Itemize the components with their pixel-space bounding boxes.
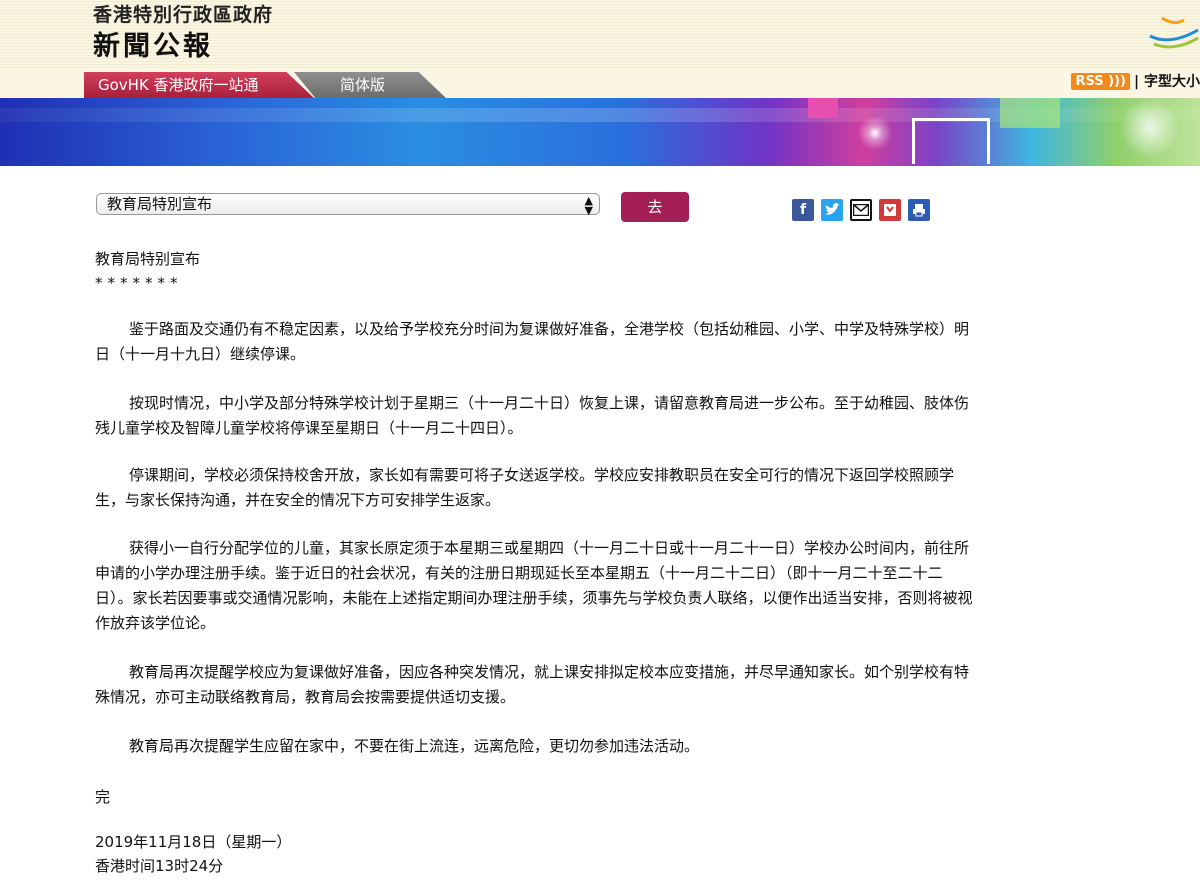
twitter-icon[interactable] bbox=[821, 199, 843, 221]
utility-bar: RSS ))) | 字型大小 bbox=[1071, 70, 1200, 92]
article-time: 香港时间13时24分 bbox=[95, 857, 224, 875]
facebook-icon[interactable]: f bbox=[792, 199, 814, 221]
rss-icon: ))) bbox=[1108, 73, 1126, 89]
banner-decoration bbox=[1000, 98, 1060, 128]
bookmark-icon[interactable] bbox=[879, 199, 901, 221]
article-paragraph: 按现时情况，中小学及部分特殊学校计划于星期三（十一月二十日）恢复上课，请留意教育… bbox=[95, 394, 970, 437]
rss-button[interactable]: RSS ))) bbox=[1071, 72, 1130, 90]
article-paragraph: 停课期间，学校必须保持校舍开放，家长如有需要可将子女送返学校。学校应安排教职员在… bbox=[95, 466, 955, 509]
article-paragraph: 教育局再次提醒学校应为复课做好准备，因应各种突发情况，就上课安排拟定校本应变措施… bbox=[95, 663, 970, 706]
rss-label: RSS bbox=[1075, 73, 1104, 89]
banner-decoration bbox=[808, 98, 838, 118]
government-name: 香港特別行政區政府 bbox=[93, 4, 274, 26]
select-arrows-icon: ▲ ▼ bbox=[584, 194, 593, 217]
email-icon[interactable] bbox=[850, 199, 872, 221]
font-size-control[interactable]: | 字型大小 bbox=[1134, 71, 1200, 91]
banner-sparkle bbox=[855, 113, 895, 153]
article-title: 教育局特别宣布 bbox=[95, 250, 201, 268]
article-separator: ******* bbox=[95, 274, 183, 292]
article-date: 2019年11月18日（星期一） bbox=[95, 833, 292, 851]
logo-swoosh-icon bbox=[1149, 16, 1199, 49]
banner-frame bbox=[912, 118, 990, 164]
article-paragraph: 鉴于路面及交通仍有不稳定因素，以及给予学校充分时间为复课做好准备，全港学校（包括… bbox=[95, 320, 970, 363]
banner-orb bbox=[1120, 98, 1180, 158]
article-paragraph: 教育局再次提醒学生应留在家中，不要在街上流连，远离危险，更切勿参加违法活动。 bbox=[129, 737, 700, 755]
select-value: 教育局特別宣布 bbox=[107, 195, 213, 213]
article-end-mark: 完 bbox=[95, 788, 111, 806]
article-paragraph: 获得小一自行分配学位的儿童，其家长原定须于本星期三或星期四（十一月二十日或十一月… bbox=[95, 539, 973, 632]
tab-govhk[interactable]: GovHK 香港政府一站通 bbox=[84, 72, 314, 98]
print-icon[interactable] bbox=[908, 199, 930, 221]
page-title[interactable]: 新聞公報 bbox=[93, 24, 213, 63]
go-button[interactable]: 去 bbox=[621, 192, 689, 222]
press-release-select[interactable]: 教育局特別宣布 ▲ ▼ bbox=[96, 193, 600, 217]
header-banner bbox=[0, 98, 1200, 166]
share-toolbar: f bbox=[792, 199, 930, 221]
